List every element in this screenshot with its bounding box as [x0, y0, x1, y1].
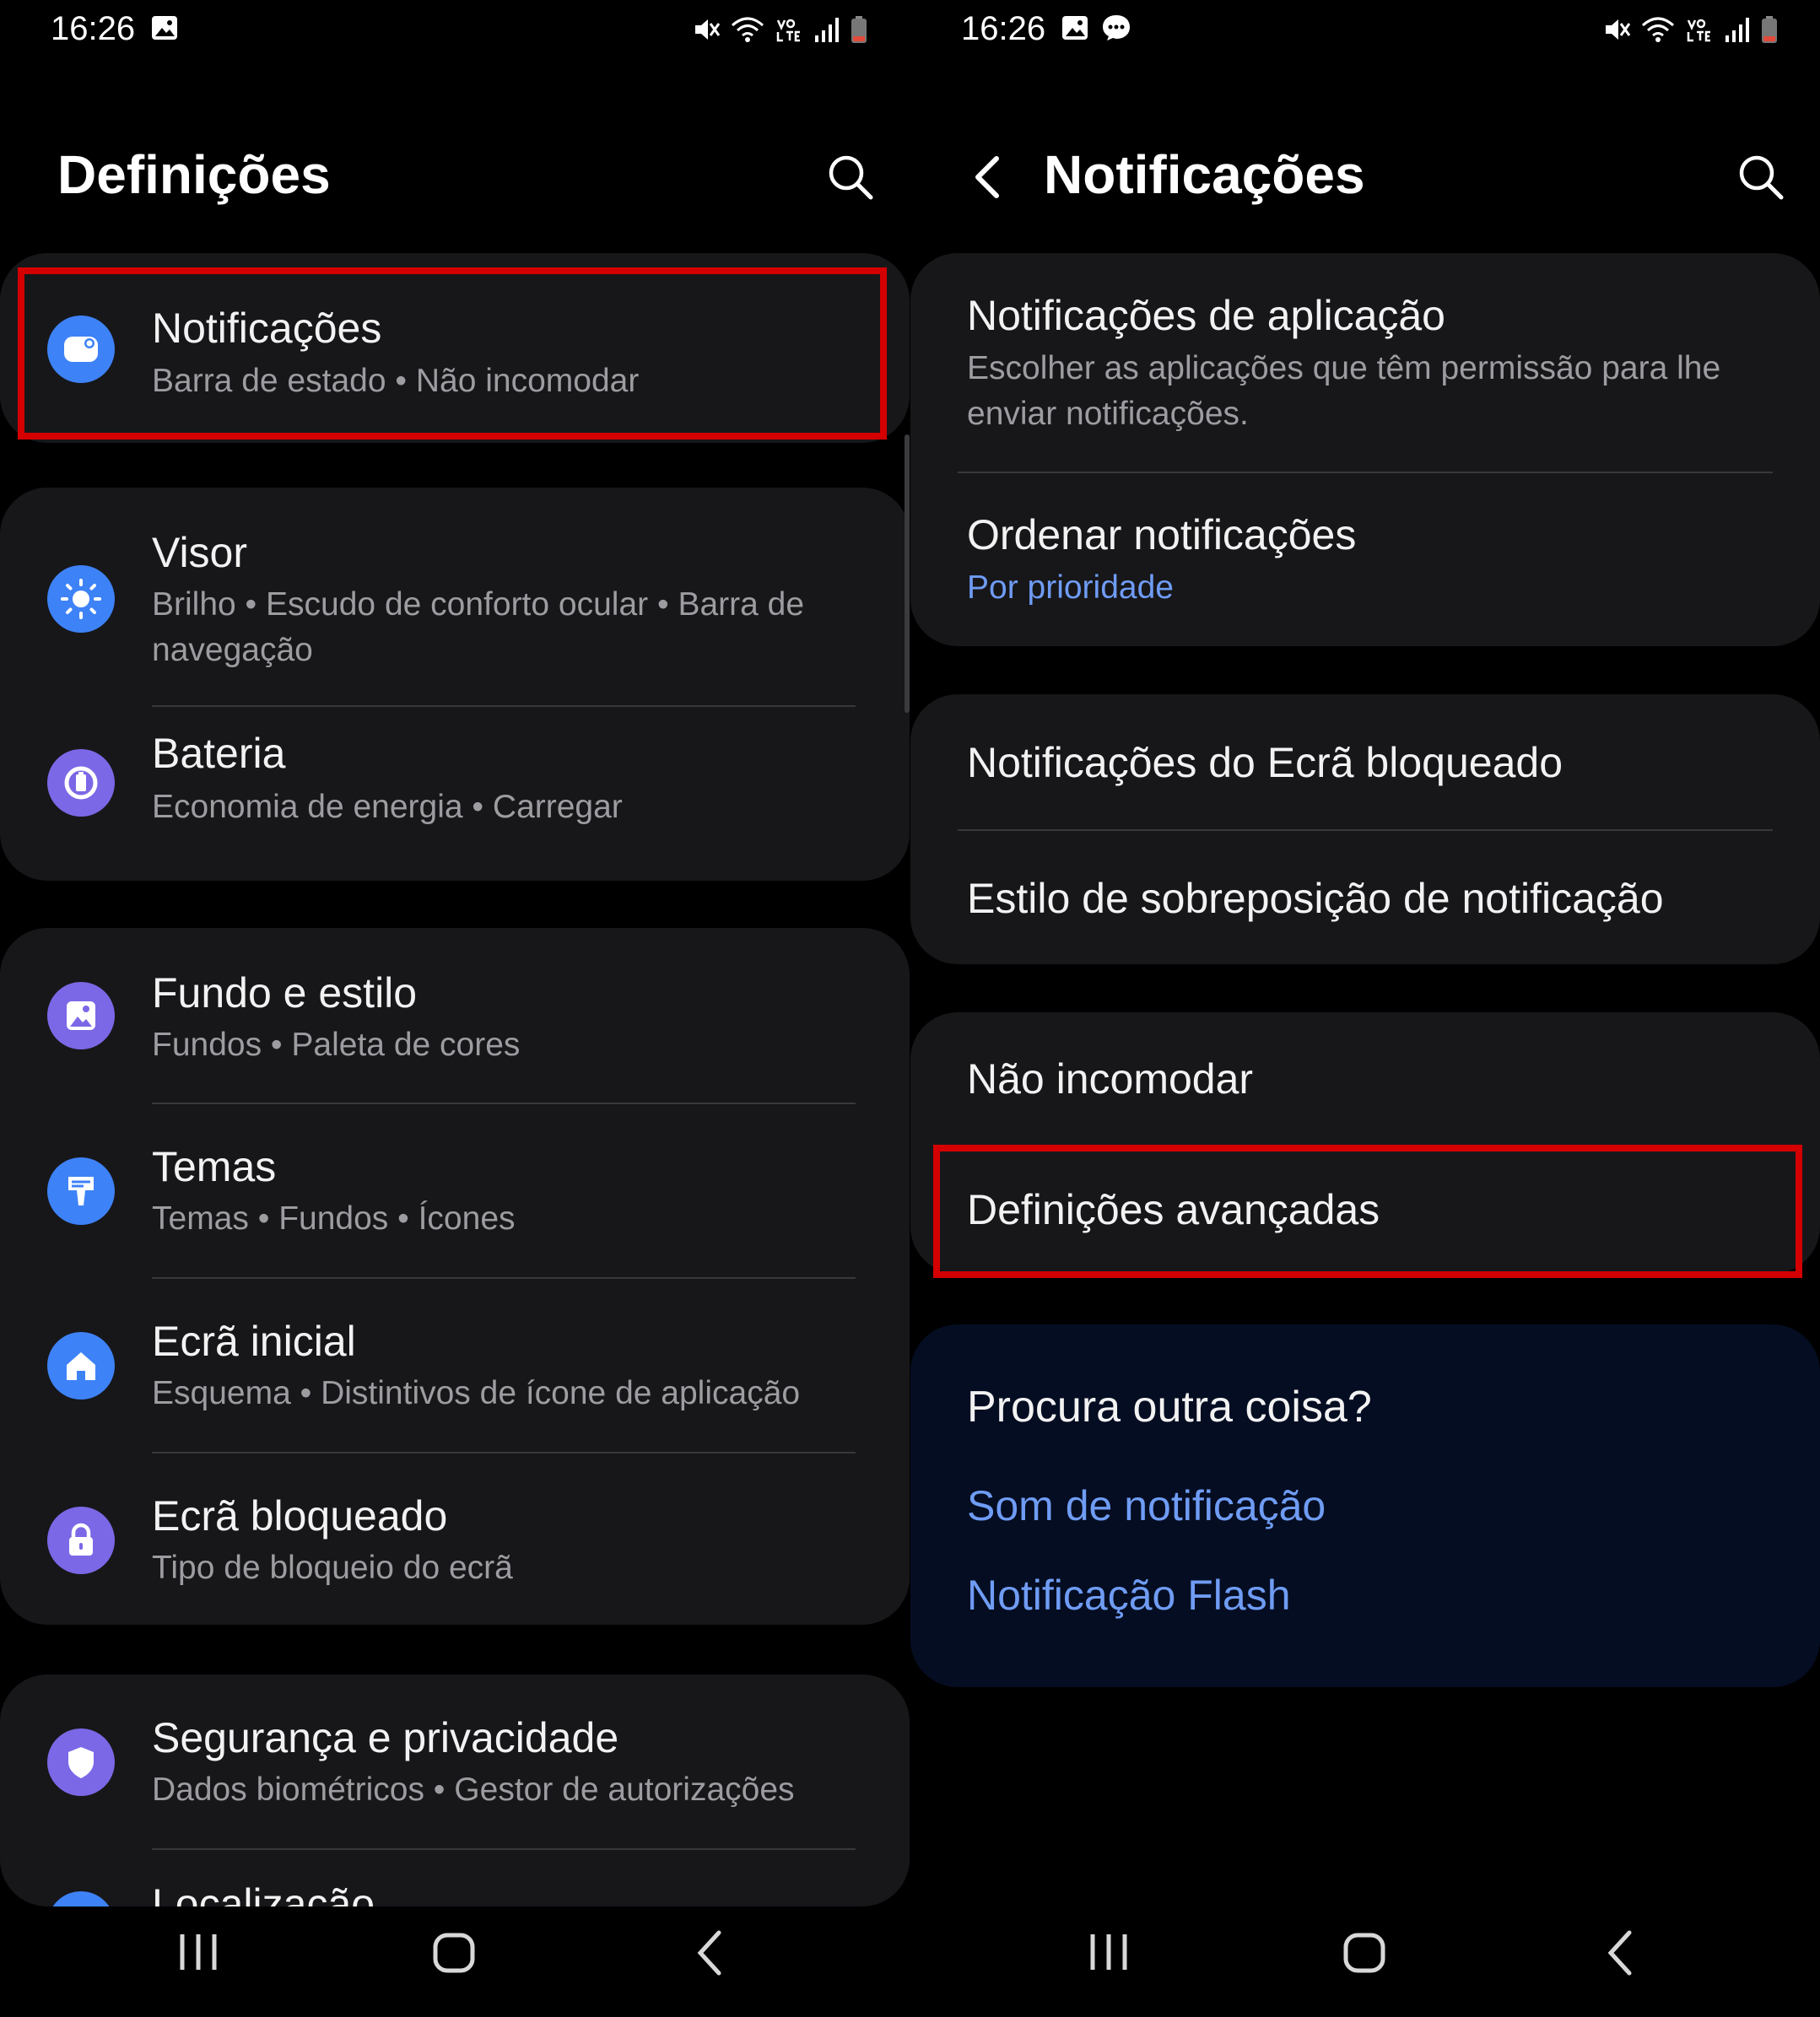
wifi-icon: [732, 17, 764, 42]
highlight-box: [933, 1145, 1802, 1278]
security-card: Segurança e privacidade Dados biométrico…: [0, 1675, 910, 1906]
do-not-disturb-item[interactable]: Não incomodar: [910, 1012, 1820, 1143]
settings-item-display[interactable]: Visor Brilho • Escudo de conforto ocular…: [0, 488, 910, 707]
settings-item-battery[interactable]: Bateria Economia de energia • Carregar: [0, 707, 910, 881]
home-nav-icon[interactable]: [424, 1919, 483, 1987]
item-title: Temas: [152, 1143, 277, 1190]
volte-icon: [1687, 19, 1710, 42]
item-title: Localização: [152, 1880, 375, 1906]
page-title: Definições: [57, 144, 331, 205]
recents-icon[interactable]: [169, 1919, 228, 1987]
app-notifications-item[interactable]: Notificações de aplicação Escolher as ap…: [910, 253, 1820, 472]
wallpaper-icon: [47, 982, 115, 1049]
battery-status-icon: [851, 16, 867, 43]
display-battery-card: Visor Brilho • Escudo de conforto ocular…: [0, 488, 910, 881]
back-nav-icon[interactable]: [680, 1919, 739, 1987]
popup-style-item[interactable]: Estilo de sobreposição de notificação: [910, 830, 1820, 964]
settings-item-location[interactable]: Localização: [0, 1849, 910, 1906]
back-arrow-icon[interactable]: [966, 152, 1008, 202]
navigation-bar: [0, 1919, 910, 2004]
status-time: 16:26: [961, 10, 1046, 47]
navigation-bar: [910, 1919, 1820, 2004]
appearance-card: Fundo e estilo Fundos • Paleta de cores …: [0, 928, 910, 1625]
message-notification-icon: [1103, 15, 1130, 40]
item-title: Estilo de sobreposição de notificação: [967, 875, 1664, 922]
item-title: Segurança e privacidade: [152, 1714, 619, 1761]
shield-icon: [47, 1728, 115, 1796]
search-icon[interactable]: [1736, 152, 1786, 202]
home-nav-icon[interactable]: [1335, 1919, 1394, 1987]
item-subtitle: Esquema • Distintivos de ícone de aplica…: [152, 1375, 801, 1411]
wifi-icon: [1642, 17, 1674, 42]
page-title: Notificações: [1044, 144, 1365, 205]
mute-icon: [1606, 19, 1631, 40]
item-subtitle: Escolher as aplicações que têm permissão…: [967, 350, 1721, 432]
location-icon: [47, 1891, 115, 1906]
home-icon: [47, 1332, 115, 1399]
brightness-icon: [47, 565, 115, 633]
sort-notifications-item[interactable]: Ordenar notificações Por prioridade: [910, 472, 1820, 646]
highlight-box: [18, 267, 887, 440]
volte-icon: [776, 19, 800, 42]
looking-for-something-card: Procura outra coisa? Som de notificação …: [910, 1324, 1820, 1687]
item-subtitle: Brilho • Escudo de conforto ocular • Bar…: [152, 586, 805, 668]
back-nav-icon[interactable]: [1590, 1919, 1650, 1987]
status-right-icons: [1602, 15, 1778, 44]
search-icon[interactable]: [825, 152, 876, 202]
item-title: Notificações de aplicação: [967, 292, 1445, 339]
signal-icon: [815, 18, 839, 42]
settings-item-security[interactable]: Segurança e privacidade Dados biométrico…: [0, 1675, 910, 1849]
item-subtitle: Economia de energia • Carregar: [152, 789, 623, 825]
settings-item-wallpaper[interactable]: Fundo e estilo Fundos • Paleta de cores: [0, 928, 910, 1103]
looking-question: Procura outra coisa?: [967, 1383, 1372, 1432]
status-bar: 16:26: [51, 8, 867, 59]
item-subtitle: Tipo de bloqueio do ecrã: [152, 1550, 513, 1586]
item-title: Bateria: [152, 730, 286, 777]
item-title: Visor: [152, 529, 248, 576]
mute-icon: [695, 19, 721, 40]
status-time: 16:26: [51, 10, 136, 47]
notifications-screen: 16:26 Notificações Notificações de aplic…: [910, 0, 1820, 2017]
item-subtitle: Dados biométricos • Gestor de autorizaçõ…: [152, 1772, 795, 1808]
item-title: Não incomodar: [967, 1055, 1254, 1103]
status-left-icons: [150, 13, 179, 42]
gallery-notification-icon: [152, 16, 177, 40]
settings-item-home-screen[interactable]: Ecrã inicial Esquema • Distintivos de íc…: [0, 1278, 910, 1453]
notification-options-card: Notificações de aplicação Escolher as ap…: [910, 253, 1820, 646]
scrollbar[interactable]: [905, 434, 910, 713]
flash-notification-link[interactable]: Notificação Flash: [967, 1571, 1291, 1620]
gallery-notification-icon: [1062, 16, 1088, 40]
themes-icon: [47, 1157, 115, 1225]
item-title: Notificações do Ecrã bloqueado: [967, 739, 1563, 786]
item-subtitle: Fundos • Paleta de cores: [152, 1027, 521, 1063]
item-value: Por prioridade: [967, 569, 1174, 606]
recents-icon[interactable]: [1079, 1919, 1138, 1987]
status-left-icons: [1061, 13, 1131, 42]
status-right-icons: [692, 15, 867, 44]
item-subtitle: Temas • Fundos • Ícones: [152, 1200, 516, 1237]
settings-screen: 16:26 Definições Notificações Barra de e…: [0, 0, 910, 2017]
lockscreen-options-card: Notificações do Ecrã bloqueado Estilo de…: [910, 694, 1820, 964]
item-title: Ecrã inicial: [152, 1318, 356, 1365]
notification-sound-link[interactable]: Som de notificação: [967, 1481, 1326, 1530]
settings-item-themes[interactable]: Temas Temas • Fundos • Ícones: [0, 1103, 910, 1278]
battery-status-icon: [1762, 16, 1777, 43]
battery-icon: [47, 749, 115, 817]
item-title: Ecrã bloqueado: [152, 1492, 448, 1540]
lock-icon: [47, 1507, 115, 1574]
status-bar: 16:26: [961, 8, 1778, 59]
signal-icon: [1725, 18, 1749, 42]
item-title: Fundo e estilo: [152, 969, 418, 1017]
lock-screen-notifications-item[interactable]: Notificações do Ecrã bloqueado: [910, 694, 1820, 829]
settings-item-lock-screen[interactable]: Ecrã bloqueado Tipo de bloqueio do ecrã: [0, 1453, 910, 1625]
item-title: Ordenar notificações: [967, 511, 1357, 558]
